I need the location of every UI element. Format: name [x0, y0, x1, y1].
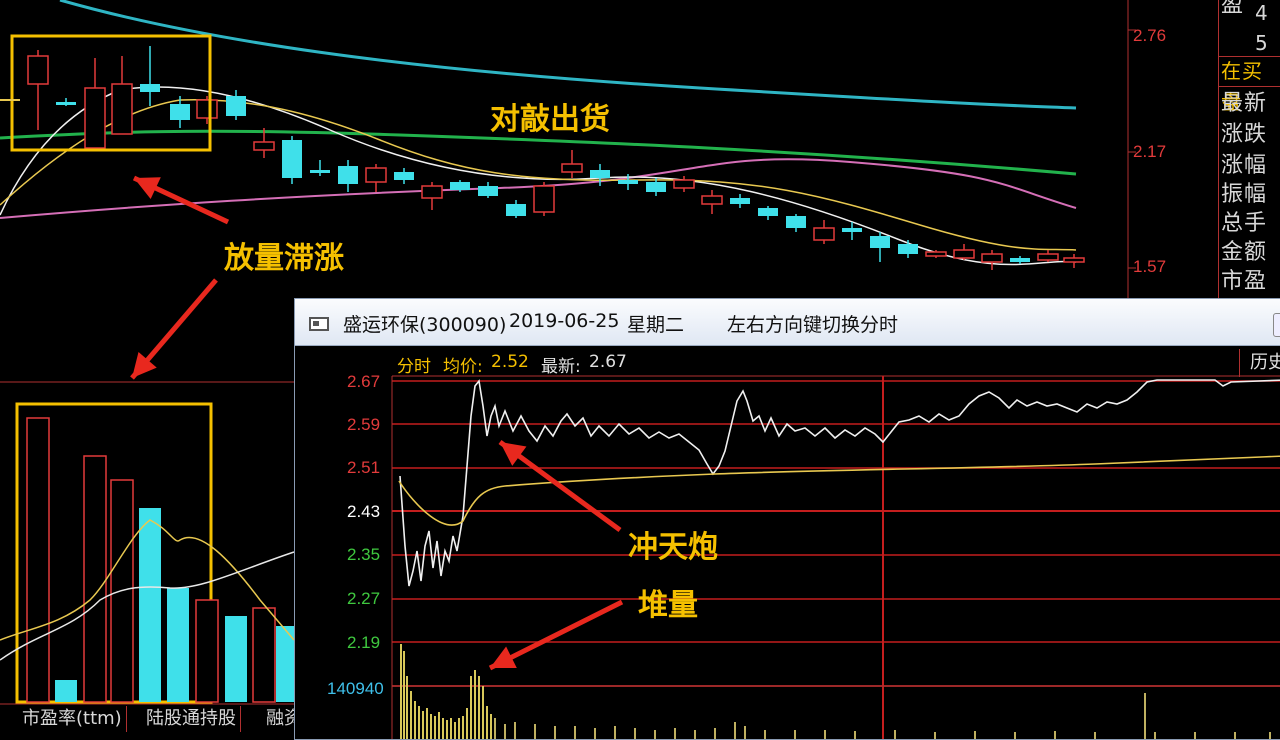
candle-body [84, 87, 106, 149]
tab-pe-ttm[interactable]: 市盈率(ttm) [18, 706, 127, 732]
candle-body [1063, 257, 1085, 263]
volume-max-label: 140940 [327, 679, 384, 698]
candle-body [365, 167, 387, 183]
candle-body [925, 251, 947, 257]
candle-body [111, 83, 133, 135]
candle-body [394, 172, 414, 180]
avg-price-value: 2.52 [491, 352, 529, 372]
side-number-1: 4 [1255, 1, 1269, 25]
side-row-amplitude: 振幅 [1221, 182, 1268, 207]
intraday-avg-line [398, 455, 1280, 526]
price-label-mid: 2.17 [1133, 142, 1167, 161]
volume-bar [26, 417, 50, 703]
candle-body [506, 204, 526, 216]
volume-bar [83, 455, 107, 703]
side-row-pe: 市盈 [1221, 269, 1268, 294]
intraday-chart [391, 375, 1280, 739]
annotation-pile-volume: 堆量 [638, 588, 698, 623]
candle-body [590, 170, 610, 178]
annotation-sell-off: 对敲出货 [490, 102, 610, 137]
candle-body [310, 170, 330, 173]
candle-body [758, 208, 778, 216]
candle-body [226, 96, 246, 116]
candle-body [870, 236, 890, 248]
candle-body [1037, 253, 1059, 261]
side-top-label: 盈 [1221, 0, 1245, 18]
candle-body [170, 104, 190, 120]
y-label-3: 2.43 [347, 502, 381, 521]
window-icon [309, 317, 329, 331]
candle-body [253, 141, 275, 151]
candle-body [673, 179, 695, 189]
volume-bar [252, 607, 276, 703]
candle-body [981, 253, 1003, 263]
candle-body [533, 185, 555, 213]
price-label-low: 1.57 [1133, 257, 1167, 276]
history-button[interactable]: 历史 [1239, 349, 1280, 377]
volume-bar [55, 680, 77, 702]
volume-bar [225, 616, 247, 702]
side-row-volume: 总手 [1221, 211, 1268, 236]
popup-title-hint: 左右方向键切换分时 [727, 314, 899, 336]
candle-body [27, 55, 49, 85]
candle-body [618, 180, 638, 184]
popup-title-weekday: 星期二 [627, 314, 685, 336]
y-label-6: 2.19 [347, 633, 381, 652]
close-button[interactable] [1273, 313, 1280, 337]
candle-body [730, 198, 750, 204]
y-label-0: 2.67 [347, 372, 381, 391]
quote-side-panel: 盈 4 5 在买盘 最新 涨跌 涨幅 振幅 总手 金额 市盈 [1218, 0, 1280, 298]
candle-body [646, 182, 666, 192]
popup-title-date: 2019-06-25 [509, 310, 620, 332]
side-row-latest: 最新 [1221, 91, 1268, 116]
latest-price-label: 最新: [541, 357, 581, 377]
side-row-change-pct: 涨幅 [1221, 153, 1268, 178]
candle-body [478, 186, 498, 196]
side-row-amount: 金额 [1221, 240, 1268, 265]
volume-bar [167, 588, 189, 702]
price-label-high: 2.76 [1133, 26, 1167, 45]
y-label-1: 2.59 [347, 415, 381, 434]
annotation-volume-stall: 放量滞涨 [224, 241, 344, 276]
candle-body [842, 228, 862, 232]
candle-body [282, 140, 302, 178]
popup-title-stock: 盛运环保(300090) [343, 314, 507, 336]
y-label-4: 2.35 [347, 545, 381, 564]
candle-body [196, 99, 218, 119]
candle-body [338, 166, 358, 184]
candle-body [140, 84, 160, 92]
y-label-2: 2.51 [347, 458, 381, 477]
volume-bar [195, 599, 219, 703]
candle-body [701, 195, 723, 205]
candle-body [953, 249, 975, 259]
y-label-5: 2.27 [347, 589, 381, 608]
candle-body [898, 244, 918, 254]
tab-hk-connect[interactable]: 陆股通持股 [142, 706, 241, 732]
avg-price-label: 均价: [443, 357, 483, 377]
volume-bar [139, 508, 161, 702]
candle-body [1010, 258, 1030, 262]
candle-body [56, 102, 76, 105]
intraday-header-label: 分时 [397, 357, 431, 377]
candle-body [813, 227, 835, 241]
candle-body [786, 216, 806, 228]
latest-price-value: 2.67 [589, 352, 627, 372]
side-row-change: 涨跌 [1221, 122, 1268, 147]
candle-body [421, 185, 443, 199]
side-number-2: 5 [1255, 31, 1269, 55]
candle-body [561, 163, 583, 173]
candle-body [450, 182, 470, 190]
annotation-rocket: 冲天炮 [628, 530, 718, 565]
intraday-popup-window[interactable]: 盛运环保(300090) 2019-06-25 星期二 左右方向键切换分时 分时… [294, 298, 1280, 740]
popup-title-bar[interactable]: 盛运环保(300090) 2019-06-25 星期二 左右方向键切换分时 [295, 299, 1280, 346]
